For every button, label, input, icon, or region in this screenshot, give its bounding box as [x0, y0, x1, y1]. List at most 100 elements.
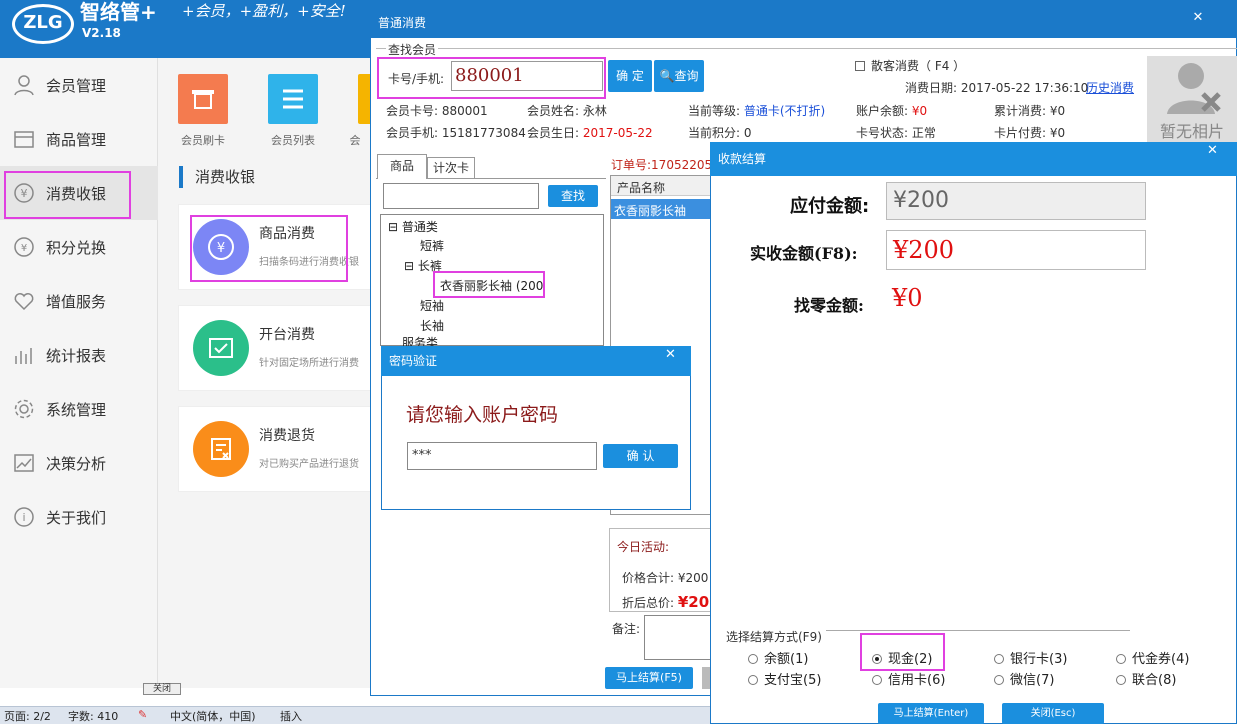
- sidebar-item-goods[interactable]: 商品管理: [0, 112, 158, 166]
- payment-dialog-title: 收款结算: [710, 142, 1237, 176]
- settle-button[interactable]: 马上结算(F5): [605, 667, 693, 689]
- radio-icon: [748, 675, 758, 685]
- sidebar-item-label: 会员管理: [46, 76, 107, 95]
- balance-label: 账户余额:: [856, 104, 909, 118]
- close-icon[interactable]: ✕: [665, 347, 676, 362]
- order-row[interactable]: 衣香丽影长袖: [611, 199, 711, 219]
- method-label: 支付宝(5): [764, 673, 822, 688]
- card-fee: 卡片付费: ¥0: [994, 126, 1066, 140]
- highlight-box: [377, 57, 606, 99]
- quick-label[interactable]: 会: [335, 132, 375, 148]
- svg-text:i: i: [22, 511, 25, 524]
- user-icon: [12, 73, 36, 97]
- quick-label[interactable]: 会员刷卡: [168, 132, 238, 148]
- chart-icon: [12, 343, 36, 367]
- tree-node[interactable]: 短袖: [420, 297, 444, 314]
- member-birthday: 会员生日: 2017-05-22: [527, 124, 653, 141]
- radio-icon: [1116, 675, 1126, 685]
- sidebar-item-member[interactable]: 会员管理: [0, 58, 158, 112]
- close-icon[interactable]: ✕: [1207, 143, 1218, 158]
- received-amount-input[interactable]: ¥200: [886, 230, 1146, 270]
- tray-button[interactable]: 关闭: [143, 683, 181, 695]
- query-button[interactable]: 🔍查询: [654, 60, 704, 92]
- sidebar-item-label: 决策分析: [46, 454, 107, 473]
- tree-node[interactable]: 短裤: [420, 237, 444, 254]
- card-table-consume[interactable]: 开台消费 针对固定场所进行消费: [178, 305, 372, 391]
- highlight-box: [4, 171, 131, 219]
- member-photo: 暂无相片: [1147, 56, 1237, 142]
- heart-icon: [12, 289, 36, 313]
- sidebar-item-points[interactable]: ¥ 积分兑换: [0, 220, 158, 274]
- order-number: 订单号:170522052: [611, 158, 720, 172]
- remark-label: 备注:: [612, 622, 641, 636]
- quick-label[interactable]: 会员列表: [258, 132, 328, 148]
- remark-input[interactable]: [644, 615, 714, 660]
- card-status: 卡号状态: 正常: [856, 126, 936, 140]
- checkbox-icon: [855, 61, 865, 71]
- method-alipay[interactable]: 支付宝(5): [748, 669, 821, 688]
- price-total: 价格合计: ¥200: [622, 571, 709, 585]
- password-ok-button[interactable]: 确 认: [603, 444, 678, 468]
- pay-close-button[interactable]: 关闭(Esc): [1002, 703, 1104, 724]
- app-name: 智络管+: [80, 0, 157, 24]
- radio-icon: [1116, 654, 1126, 664]
- coin-icon: ¥: [12, 235, 36, 259]
- search-button[interactable]: 查找: [548, 185, 598, 207]
- due-label: 应付金额:: [790, 196, 870, 217]
- sidebar-item-system[interactable]: 系统管理: [0, 382, 158, 436]
- method-balance[interactable]: 余额(1): [748, 648, 808, 667]
- tree-node[interactable]: 服务类: [402, 334, 438, 346]
- tab-goods[interactable]: 商品: [377, 154, 427, 179]
- balance-value: ¥0: [911, 104, 928, 118]
- member-card: 会员卡号: 880001: [386, 104, 488, 118]
- collapse-icon: ⊟: [388, 220, 399, 234]
- find-member-label: 查找会员: [386, 41, 439, 58]
- radio-icon: [872, 675, 882, 685]
- close-icon[interactable]: ✕: [1188, 10, 1208, 26]
- card-desc: 对已购买产品进行退货: [259, 459, 359, 470]
- card-title: 消费退货: [259, 428, 315, 444]
- trend-icon: [12, 451, 36, 475]
- proof-icon: ✎: [138, 708, 148, 721]
- total-spend: 累计消费: ¥0: [994, 104, 1066, 118]
- tree-node-label: 普通类: [401, 220, 438, 234]
- method-label: 银行卡(3): [1010, 652, 1068, 667]
- card-swipe-icon[interactable]: [178, 74, 228, 124]
- sidebar-item-vas[interactable]: 增值服务: [0, 274, 158, 328]
- method-credit[interactable]: 信用卡(6): [872, 669, 945, 688]
- status-page: 页面: 2/2: [4, 710, 51, 723]
- password-input[interactable]: ***: [407, 442, 597, 470]
- method-label: 信用卡(6): [888, 673, 946, 688]
- highlight-box: [860, 633, 945, 671]
- section-accent: [179, 166, 183, 188]
- sidebar-item-report[interactable]: 统计报表: [0, 328, 158, 382]
- sidebar-item-about[interactable]: i 关于我们: [0, 490, 158, 544]
- method-voucher[interactable]: 代金券(4): [1116, 648, 1189, 667]
- walkin-checkbox[interactable]: 散客消费（ F4 ）: [855, 57, 965, 74]
- history-link[interactable]: 历史消费: [1086, 79, 1134, 96]
- sidebar-item-label: 系统管理: [46, 400, 107, 419]
- radio-icon: [748, 654, 758, 664]
- consume-date: 消费日期: 2017-05-22 17:36:10: [905, 81, 1089, 95]
- confirm-button[interactable]: 确 定: [608, 60, 652, 92]
- tab-count-card[interactable]: 计次卡: [427, 157, 475, 179]
- method-bankcard[interactable]: 银行卡(3): [994, 648, 1067, 667]
- method-label: 联合(8): [1132, 673, 1177, 688]
- main-window-title: 普通消费: [370, 8, 1237, 38]
- birthday-label: 会员生日:: [527, 126, 580, 140]
- method-label: 余额(1): [764, 652, 809, 667]
- sidebar-item-label: 积分兑换: [46, 238, 107, 257]
- sidebar-item-analysis[interactable]: 决策分析: [0, 436, 158, 490]
- tree-node[interactable]: 长袖: [420, 317, 444, 334]
- tree-node[interactable]: ⊟ 普通类: [388, 218, 438, 235]
- pay-settle-button[interactable]: 马上结算(Enter): [878, 703, 984, 724]
- list-icon[interactable]: [268, 74, 318, 124]
- goods-search-input[interactable]: [383, 183, 539, 209]
- discount-total: 折后总价: ¥20: [622, 593, 709, 611]
- method-combined[interactable]: 联合(8): [1116, 669, 1176, 688]
- card-desc: 针对固定场所进行消费: [259, 358, 359, 369]
- card-return[interactable]: 消费退货 对已购买产品进行退货: [178, 406, 372, 492]
- status-words: 字数: 410: [68, 710, 119, 723]
- method-wechat[interactable]: 微信(7): [994, 669, 1054, 688]
- card-title: 开台消费: [259, 327, 315, 343]
